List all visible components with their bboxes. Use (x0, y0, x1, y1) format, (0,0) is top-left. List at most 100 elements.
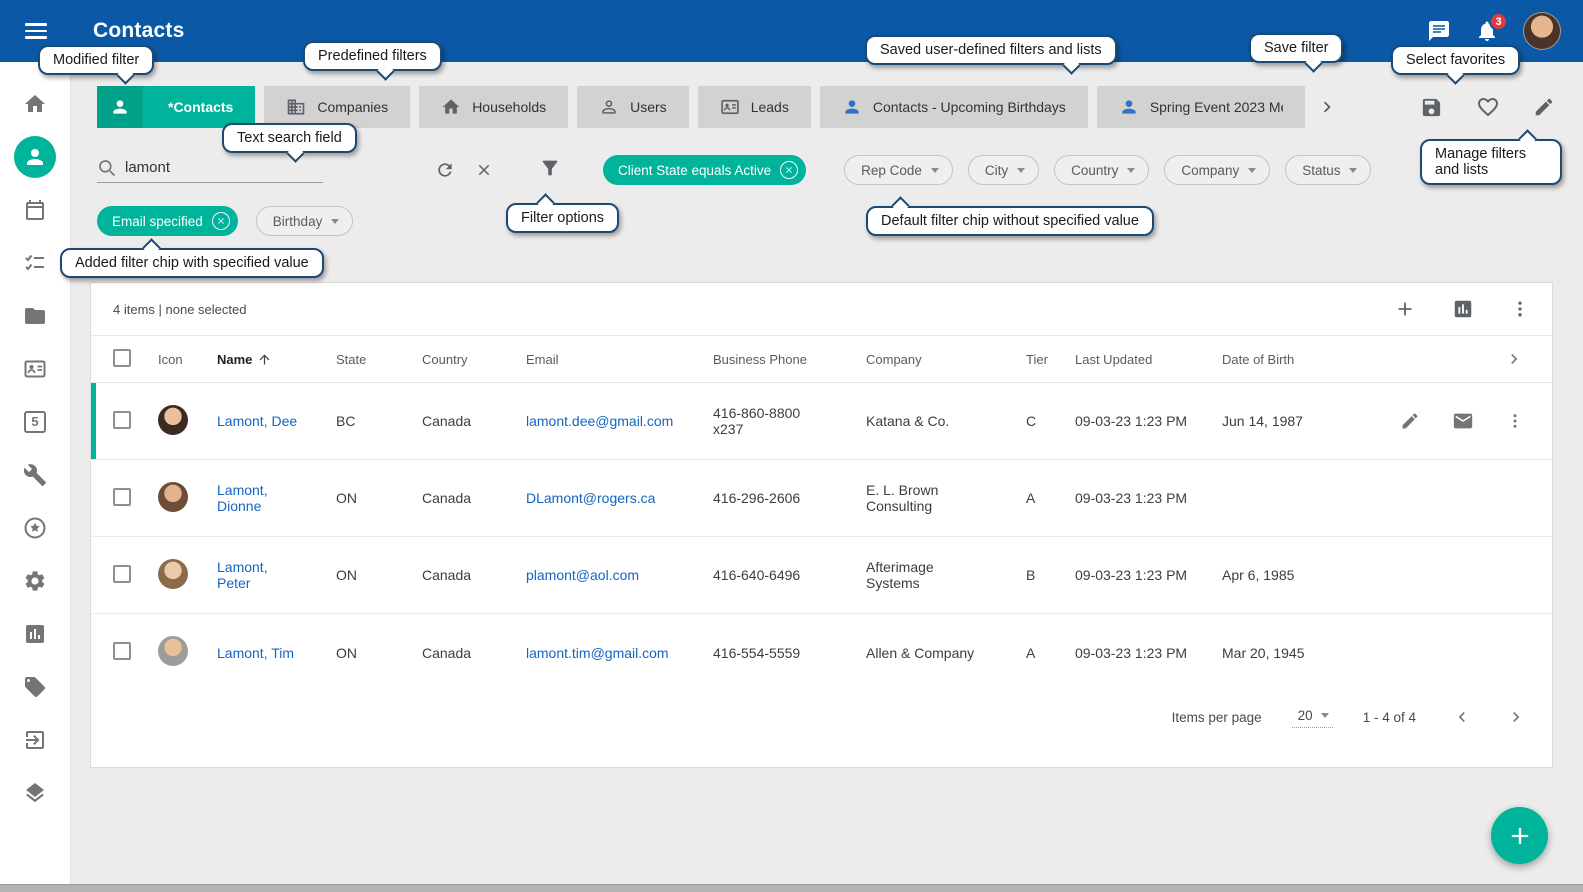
edit-contact-pencil-icon[interactable] (1400, 411, 1420, 431)
table-row[interactable]: Lamont, Dionne ON Canada DLamont@rogers.… (91, 460, 1552, 537)
filter-chip-client-state[interactable]: Client State equals Active (603, 155, 806, 185)
expand-columns-chevron-icon[interactable] (1504, 349, 1524, 369)
column-header-last-updated[interactable]: Last Updated (1075, 352, 1222, 367)
sidebar-item-quotas[interactable] (0, 660, 71, 713)
chevron-down-icon (1248, 168, 1256, 173)
sidebar-item-opportunities[interactable] (0, 395, 71, 448)
filter-chip-company[interactable]: Company (1164, 155, 1270, 185)
person-icon (97, 86, 143, 128)
row-checkbox[interactable] (113, 488, 131, 506)
notifications-bell-icon[interactable]: 3 (1475, 19, 1499, 43)
sidebar-item-analytics[interactable] (0, 607, 71, 660)
contact-name-link[interactable]: Lamont, Tim (217, 645, 294, 661)
tab-contacts[interactable]: *Contacts (97, 86, 255, 128)
select-all-checkbox[interactable] (113, 349, 131, 367)
filter-chip-country[interactable]: Country (1054, 155, 1149, 185)
column-header-email[interactable]: Email (526, 352, 713, 367)
tab-saved-upcoming-birthdays[interactable]: Contacts - Upcoming Birthdays (820, 86, 1088, 128)
chart-view-icon[interactable] (1452, 298, 1474, 320)
filter-chip-rep-code[interactable]: Rep Code (844, 155, 953, 185)
table-row[interactable]: Lamont, Tim ON Canada lamont.tim@gmail.c… (91, 614, 1552, 691)
column-header-date-of-birth[interactable]: Date of Birth (1222, 352, 1354, 367)
cell-date-of-birth: Mar 20, 1945 (1222, 645, 1354, 661)
add-contact-fab[interactable] (1491, 807, 1548, 864)
cell-business-phone: 416-554-5559 (713, 645, 866, 661)
filter-chip-email[interactable]: Email specified (97, 206, 238, 236)
column-header-name[interactable]: Name (217, 352, 304, 367)
sidebar-item-import[interactable] (0, 713, 71, 766)
items-per-page-select[interactable]: 20 (1292, 706, 1333, 728)
row-checkbox[interactable] (113, 411, 131, 429)
sidebar-item-campaigns[interactable] (0, 501, 71, 554)
favorites-heart-icon[interactable] (1476, 95, 1500, 119)
house-icon (441, 97, 461, 117)
row-checkbox[interactable] (113, 642, 131, 660)
table-row[interactable]: Lamont, Dee BC Canada lamont.dee@gmail.c… (91, 383, 1552, 460)
column-header-tier[interactable]: Tier (1026, 352, 1075, 367)
contact-name-link[interactable]: Lamont, Dee (217, 413, 297, 429)
tab-saved-spring-event[interactable]: Spring Event 2023 Me (1097, 86, 1305, 128)
filter-chip-city[interactable]: City (968, 155, 1039, 185)
sidebar-item-apps[interactable] (0, 766, 71, 819)
add-column-icon[interactable] (1394, 298, 1416, 320)
column-header-country[interactable]: Country (422, 352, 526, 367)
tab-households[interactable]: Households (419, 86, 568, 128)
row-more-kebab-icon[interactable] (1506, 412, 1524, 430)
sidebar-item-customer-service[interactable] (0, 448, 71, 501)
chevron-down-icon (931, 168, 939, 173)
save-filter-icon[interactable] (1420, 96, 1443, 119)
next-page-chevron-icon[interactable] (1506, 707, 1526, 727)
email-contact-envelope-icon[interactable] (1452, 410, 1474, 432)
more-options-kebab-icon[interactable] (1510, 299, 1530, 319)
table-row[interactable]: Lamont, Peter ON Canada plamont@aol.com … (91, 537, 1552, 614)
filter-chip-birthday[interactable]: Birthday (256, 206, 354, 236)
column-header-icon[interactable]: Icon (158, 352, 217, 367)
callout-select-favorites: Select favorites (1391, 45, 1520, 75)
refresh-icon[interactable] (435, 160, 455, 180)
gear-icon (23, 569, 47, 593)
sidebar-item-home[interactable] (0, 77, 71, 130)
tag-icon (23, 675, 47, 699)
tab-overflow-chevron-icon[interactable] (1316, 96, 1338, 118)
clear-search-icon[interactable] (475, 161, 493, 179)
user-avatar[interactable] (1523, 12, 1561, 50)
search-input[interactable] (125, 159, 305, 176)
cell-company: E. L. Brown Consulting (866, 482, 1026, 514)
previous-page-chevron-icon[interactable] (1452, 707, 1472, 727)
chat-icon[interactable] (1427, 19, 1451, 43)
contact-email-link[interactable]: plamont@aol.com (526, 567, 639, 583)
tab-users[interactable]: Users (577, 86, 689, 128)
contact-email-link[interactable]: lamont.tim@gmail.com (526, 645, 669, 661)
sidebar-item-calendar[interactable] (0, 183, 71, 236)
tab-label: Leads (751, 99, 789, 115)
contact-email-link[interactable]: lamont.dee@gmail.com (526, 413, 673, 429)
sidebar-item-contacts[interactable] (0, 130, 71, 183)
column-header-company[interactable]: Company (866, 352, 1026, 367)
column-header-state[interactable]: State (336, 352, 422, 367)
default-filter-chips: Rep Code City Country Company Status (844, 155, 1371, 185)
filter-list-actions (1420, 95, 1555, 119)
column-header-business-phone[interactable]: Business Phone (713, 352, 866, 367)
contact-name-link[interactable]: Lamont, Dionne (217, 482, 268, 514)
contact-name-link[interactable]: Lamont, Peter (217, 559, 268, 591)
wrench-icon (23, 463, 47, 487)
manage-filters-pencil-icon[interactable] (1533, 96, 1555, 118)
row-checkbox[interactable] (113, 565, 131, 583)
window-bottom-edge (0, 884, 1583, 892)
chip-remove-icon[interactable] (780, 161, 798, 179)
tab-companies[interactable]: Companies (264, 86, 410, 128)
sidebar-item-documents[interactable] (0, 289, 71, 342)
main-content: *Contacts Companies Households Users Lea… (71, 62, 1583, 884)
notification-badge: 3 (1489, 12, 1508, 31)
tab-leads[interactable]: Leads (698, 86, 811, 128)
filter-funnel-icon[interactable] (539, 157, 561, 179)
app-header: Contacts 3 (0, 0, 1583, 62)
contact-email-link[interactable]: DLamont@rogers.ca (526, 490, 655, 506)
filter-chip-status[interactable]: Status (1285, 155, 1371, 185)
sidebar-item-settings[interactable] (0, 554, 71, 607)
cell-business-phone: 416-296-2606 (713, 490, 866, 506)
cell-last-updated: 09-03-23 1:23 PM (1075, 490, 1222, 506)
chip-remove-icon[interactable] (212, 212, 230, 230)
sidebar-item-address-book[interactable] (0, 342, 71, 395)
five-square-icon (24, 411, 46, 433)
